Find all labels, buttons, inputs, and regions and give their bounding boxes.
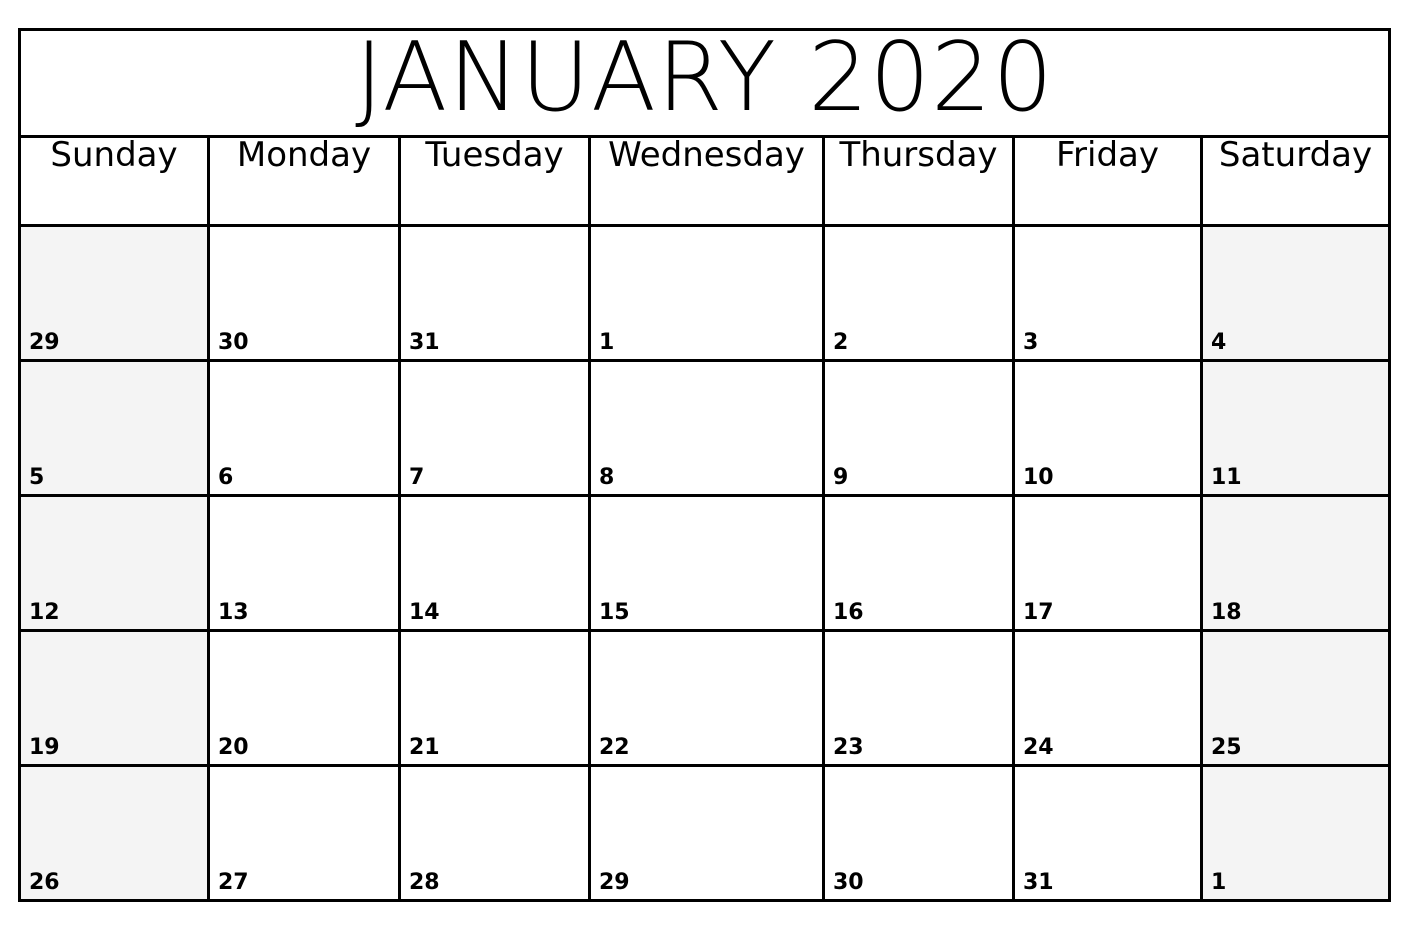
calendar-day-cell[interactable]: 27 [207,764,401,902]
calendar-day-cell[interactable]: 29 [18,224,210,362]
day-number: 25 [1211,735,1242,760]
day-number: 20 [218,735,249,760]
day-header-sun[interactable]: Sunday [18,135,210,227]
day-names-row: Sunday Monday Tuesday Wednesday Thursday Frid… [18,135,1391,227]
calendar-day-cell[interactable]: 4 [1200,224,1391,362]
calendar-day-cell[interactable]: 5 [18,359,210,497]
day-number: 1 [1211,870,1227,895]
day-number: 7 [409,465,425,490]
day-number: 15 [599,600,630,625]
day-number: 30 [833,870,864,895]
day-number: 6 [218,465,234,490]
month-title-row: JANUARY 2020 [18,23,1391,138]
calendar-day-cell[interactable]: 29 [588,764,825,902]
day-number: 23 [833,735,864,760]
calendar-day-cell[interactable]: 31 [1012,764,1203,902]
day-header-mon[interactable]: Monday [207,135,401,227]
calendar-day-cell[interactable]: 20 [207,629,401,767]
day-number: 29 [29,330,60,355]
calendar-day-cell[interactable]: 13 [207,494,401,632]
day-number: 17 [1023,600,1054,625]
day-header-label: Wednesday [608,135,805,175]
calendar-week-row: 19 20 21 22 23 24 25 [18,629,1391,767]
day-number: 8 [599,465,615,490]
day-number: 30 [218,330,249,355]
calendar-day-cell[interactable]: 24 [1012,629,1203,767]
calendar-day-cell[interactable]: 22 [588,629,825,767]
day-header-label: Saturday [1218,135,1373,175]
calendar-week-row: 26 27 28 29 30 31 1 [18,764,1391,902]
calendar-day-cell[interactable]: 1 [588,224,825,362]
calendar-day-cell[interactable]: 30 [822,764,1015,902]
page-title: JANUARY 2020 [355,23,1054,133]
day-number: 5 [29,465,45,490]
calendar-day-cell[interactable]: 10 [1012,359,1203,497]
day-number: 31 [409,330,440,355]
calendar-day-cell[interactable]: 21 [398,629,591,767]
calendar-day-cell[interactable]: 1 [1200,764,1391,902]
day-number: 16 [833,600,864,625]
day-header-tue[interactable]: Tuesday [398,135,591,227]
day-number: 26 [29,870,60,895]
day-number: 29 [599,870,630,895]
calendar-day-cell[interactable]: 2 [822,224,1015,362]
calendar-day-cell[interactable]: 15 [588,494,825,632]
day-number: 14 [409,600,440,625]
day-number: 28 [409,870,440,895]
calendar-day-cell[interactable]: 31 [398,224,591,362]
calendar-day-cell[interactable]: 28 [398,764,591,902]
month-title-cell: JANUARY 2020 [18,23,1391,138]
day-header-wed[interactable]: Wednesday [588,135,825,227]
day-number: 10 [1023,465,1054,490]
day-number: 9 [833,465,849,490]
day-header-label: Sunday [50,135,178,175]
calendar-day-cell[interactable]: 30 [207,224,401,362]
day-number: 1 [599,330,615,355]
calendar-head: JANUARY 2020 Sunday Monday Tuesday Wednesda… [18,23,1391,227]
day-header-sat[interactable]: Saturday [1200,135,1391,227]
day-number: 18 [1211,600,1242,625]
calendar-day-cell[interactable]: 25 [1200,629,1391,767]
day-number: 13 [218,600,249,625]
calendar-day-cell[interactable]: 11 [1200,359,1391,497]
day-number: 22 [599,735,630,760]
day-number: 12 [29,600,60,625]
calendar-day-cell[interactable]: 14 [398,494,591,632]
calendar-day-cell[interactable]: 23 [822,629,1015,767]
calendar-day-cell[interactable]: 19 [18,629,210,767]
calendar-body: 29 30 31 1 2 3 4 5 6 7 8 9 10 11 12 13 14 15 16 17 18 19 20 21 2… [18,224,1391,902]
calendar-table: JANUARY 2020 Sunday Monday Tuesday Wednesda… [18,28,1391,902]
calendar-root: JANUARY 2020 Sunday Monday Tuesday Wednesda… [18,28,1391,902]
calendar-day-cell[interactable]: 7 [398,359,591,497]
calendar-day-cell[interactable]: 12 [18,494,210,632]
day-number: 24 [1023,735,1054,760]
calendar-day-cell[interactable]: 18 [1200,494,1391,632]
day-number: 11 [1211,465,1242,490]
calendar-week-row: 5 6 7 8 9 10 11 [18,359,1391,497]
day-header-fri[interactable]: Friday [1012,135,1203,227]
day-header-thu[interactable]: Thursday [822,135,1015,227]
calendar-day-cell[interactable]: 17 [1012,494,1203,632]
day-number: 21 [409,735,440,760]
calendar-day-cell[interactable]: 16 [822,494,1015,632]
calendar-day-cell[interactable]: 8 [588,359,825,497]
calendar-day-cell[interactable]: 3 [1012,224,1203,362]
day-header-label: Thursday [839,135,998,175]
calendar-week-row: 12 13 14 15 16 17 18 [18,494,1391,632]
day-number: 19 [29,735,60,760]
day-number: 4 [1211,330,1227,355]
day-number: 2 [833,330,849,355]
day-header-label: Monday [236,135,372,175]
calendar-week-row: 29 30 31 1 2 3 4 [18,224,1391,362]
calendar-day-cell[interactable]: 26 [18,764,210,902]
day-header-label: Friday [1055,135,1160,175]
calendar-day-cell[interactable]: 9 [822,359,1015,497]
day-number: 3 [1023,330,1039,355]
day-number: 27 [218,870,249,895]
calendar-day-cell[interactable]: 6 [207,359,401,497]
day-number: 31 [1023,870,1054,895]
day-header-label: Tuesday [425,135,564,175]
